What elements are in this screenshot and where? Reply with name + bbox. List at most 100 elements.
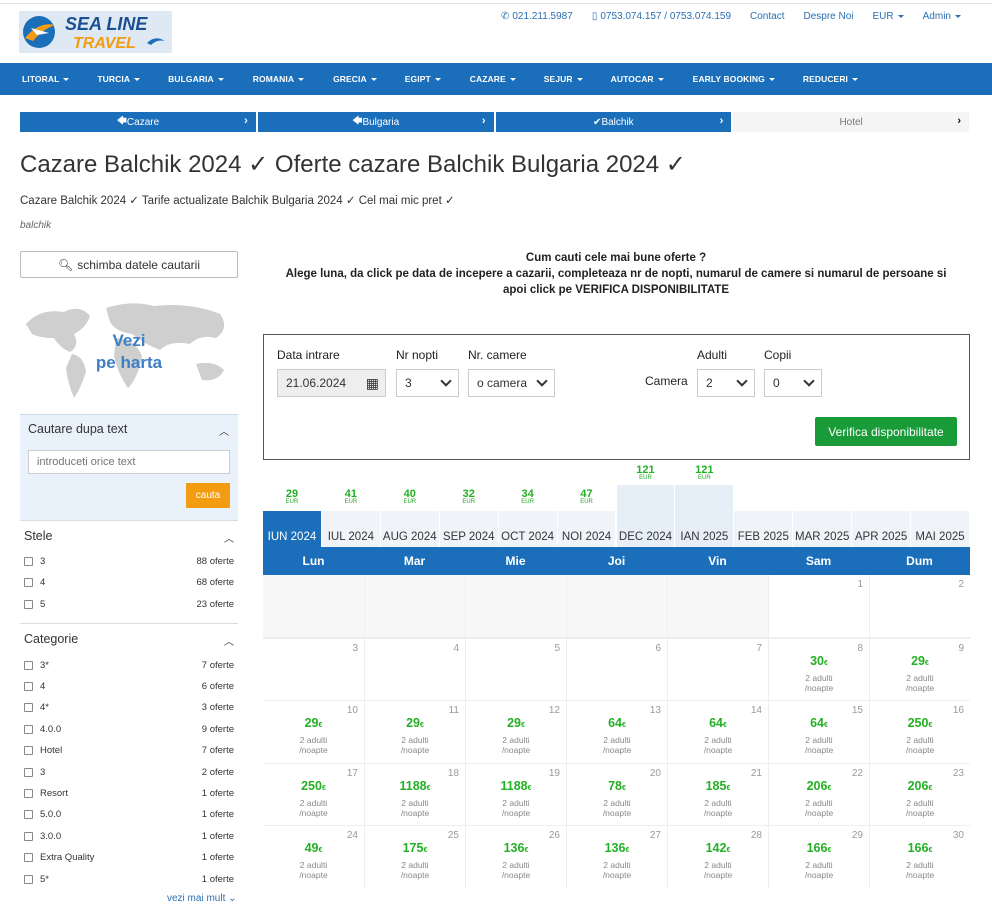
breadcrumb-balchik[interactable]: ✔ Balchik › bbox=[495, 112, 732, 132]
checkbox[interactable] bbox=[24, 788, 33, 798]
chevron-up-icon[interactable]: ︿ bbox=[224, 633, 234, 648]
show-more-link[interactable]: vezi mai mult ⌄ bbox=[167, 893, 237, 904]
phone-link[interactable]: ✆ 021.211.5987 bbox=[501, 11, 573, 22]
month-tab[interactable]: SEP 2024 bbox=[439, 511, 498, 547]
nav-item-early-booking[interactable]: EARLY BOOKING bbox=[693, 74, 775, 84]
month-tab[interactable]: DEC 2024 bbox=[616, 485, 675, 547]
filter-option[interactable]: 3 88 oferte bbox=[24, 554, 234, 568]
month-tab[interactable]: NOI 2024 bbox=[557, 511, 616, 547]
filter-option[interactable]: 3* 7 oferte bbox=[24, 658, 234, 672]
change-search-button[interactable]: 🔍︎ schimba datele cautarii bbox=[20, 251, 238, 278]
checkbox[interactable] bbox=[24, 767, 33, 777]
calendar-day[interactable]: 3 bbox=[263, 638, 364, 701]
calendar-day[interactable]: 20 78€ 2 adulti/noapte bbox=[567, 763, 667, 826]
calendar-day[interactable]: 7 bbox=[668, 638, 768, 701]
nav-item-grecia[interactable]: GRECIA bbox=[333, 74, 377, 84]
calendar-day[interactable]: 16 250€ 2 adulti/noapte bbox=[870, 701, 970, 763]
calendar-day[interactable]: 13 64€ 2 adulti/noapte bbox=[567, 701, 667, 763]
text-search-input[interactable] bbox=[28, 450, 230, 474]
checkbox[interactable] bbox=[24, 724, 33, 734]
checkbox[interactable] bbox=[24, 556, 33, 566]
nav-item-turcia[interactable]: TURCIA bbox=[97, 74, 141, 84]
calendar-day[interactable]: 24 49€ 2 adulti/noapte bbox=[263, 826, 364, 888]
world-map-link[interactable]: Vezi pe harta bbox=[20, 294, 238, 404]
admin-dropdown[interactable]: Admin bbox=[923, 11, 961, 22]
calendar-day[interactable]: 6 bbox=[567, 638, 667, 701]
filter-option[interactable]: Resort 1 oferte bbox=[24, 786, 234, 800]
filter-option[interactable]: 5.0.0 1 oferte bbox=[24, 808, 234, 822]
breadcrumb-hotel[interactable]: Hotel › bbox=[733, 112, 969, 132]
filter-option[interactable]: 4 68 oferte bbox=[24, 576, 234, 590]
calendar-day[interactable]: 12 29€ 2 adulti/noapte bbox=[466, 701, 566, 763]
rooms-select[interactable]: o camera bbox=[468, 369, 555, 397]
about-link[interactable]: Despre Noi bbox=[803, 11, 853, 22]
checkbox[interactable] bbox=[24, 831, 33, 841]
nav-item-bulgaria[interactable]: BULGARIA bbox=[168, 74, 224, 84]
adults-select[interactable]: 2 bbox=[697, 369, 755, 397]
nav-item-autocar[interactable]: AUTOCAR bbox=[611, 74, 664, 84]
nights-select[interactable]: 3 bbox=[396, 369, 459, 397]
month-tab[interactable]: FEB 2025 bbox=[734, 511, 793, 547]
checkbox[interactable] bbox=[24, 810, 33, 820]
breadcrumb-cazare[interactable]: 🡄 Cazare › bbox=[20, 112, 256, 132]
calendar-day[interactable]: 4 bbox=[365, 638, 465, 701]
calendar-day[interactable]: 27 136€ 2 adulti/noapte bbox=[567, 826, 667, 888]
calendar-day[interactable]: 30 166€ 2 adulti/noapte bbox=[870, 826, 970, 888]
calendar-day[interactable]: 28 142€ 2 adulti/noapte bbox=[668, 826, 768, 888]
calendar-day[interactable]: 1 bbox=[769, 575, 869, 637]
calendar-day[interactable]: 25 175€ 2 adulti/noapte bbox=[365, 826, 465, 888]
calendar-day[interactable]: 18 1188€ 2 adulti/noapte bbox=[365, 763, 465, 826]
sea-line-travel-logo[interactable]: SEA LINE TRAVEL bbox=[19, 11, 172, 53]
month-tab[interactable]: APR 2025 bbox=[852, 511, 911, 547]
currency-dropdown[interactable]: EUR bbox=[873, 11, 904, 22]
filter-option[interactable]: 5* 1 oferte bbox=[24, 872, 234, 886]
chevron-up-icon[interactable]: ︿ bbox=[219, 423, 229, 438]
mobile-link[interactable]: ▯ 0753.074.157 / 0753.074.159 bbox=[592, 11, 731, 22]
checkbox[interactable] bbox=[24, 599, 33, 609]
checkin-field[interactable]: 21.06.2024 ▦ bbox=[277, 369, 386, 397]
filter-option[interactable]: 4.0.0 9 oferte bbox=[24, 722, 234, 736]
contact-link[interactable]: Contact bbox=[750, 11, 784, 22]
breadcrumb-bulgaria[interactable]: 🡄 Bulgaria › bbox=[257, 112, 494, 132]
checkbox[interactable] bbox=[24, 578, 33, 587]
calendar-day[interactable]: 17 250€ 2 adulti/noapte bbox=[263, 763, 364, 826]
checkbox[interactable] bbox=[24, 746, 33, 756]
calendar-day[interactable]: 19 1188€ 2 adulti/noapte bbox=[466, 763, 566, 826]
nav-item-sejur[interactable]: SEJUR bbox=[544, 74, 583, 84]
children-select[interactable]: 0 bbox=[764, 369, 822, 397]
calendar-day[interactable]: 22 206€ 2 adulti/noapte bbox=[769, 763, 869, 826]
nav-item-reduceri[interactable]: REDUCERI bbox=[803, 74, 859, 84]
month-tab[interactable]: IUL 2024 bbox=[321, 511, 380, 547]
calendar-day[interactable]: 14 64€ 2 adulti/noapte bbox=[668, 701, 768, 763]
month-tab[interactable]: AUG 2024 bbox=[380, 511, 439, 547]
filter-option[interactable]: 3 2 oferte bbox=[24, 765, 234, 779]
checkbox[interactable] bbox=[24, 703, 33, 713]
checkbox[interactable] bbox=[24, 660, 33, 670]
month-tab[interactable]: OCT 2024 bbox=[498, 511, 557, 547]
month-tab[interactable]: IAN 2025 bbox=[675, 485, 734, 547]
calendar-day[interactable]: 15 64€ 2 adulti/noapte bbox=[769, 701, 869, 763]
checkbox[interactable] bbox=[24, 874, 33, 884]
nav-item-cazare[interactable]: CAZARE bbox=[470, 74, 516, 84]
nav-item-romania[interactable]: ROMANIA bbox=[253, 74, 305, 84]
filter-option[interactable]: 3.0.0 1 oferte bbox=[24, 829, 234, 843]
check-availability-button[interactable]: Verifica disponibilitate bbox=[815, 417, 957, 446]
filter-option[interactable]: 5 23 oferte bbox=[24, 597, 234, 611]
checkbox[interactable] bbox=[24, 681, 33, 691]
month-tab[interactable]: IUN 2024 bbox=[263, 511, 321, 547]
calendar-day[interactable]: 11 29€ 2 adulti/noapte bbox=[365, 701, 465, 763]
filter-option[interactable]: Hotel 7 oferte bbox=[24, 744, 234, 758]
calendar-day[interactable]: 2 bbox=[870, 575, 970, 637]
calendar-day[interactable]: 8 30€ 2 adulti/noapte bbox=[769, 638, 869, 701]
chevron-up-icon[interactable]: ︿ bbox=[224, 530, 234, 545]
nav-item-litoral[interactable]: LITORAL bbox=[22, 74, 70, 84]
filter-option[interactable]: 4 6 oferte bbox=[24, 679, 234, 693]
month-tab[interactable]: MAI 2025 bbox=[911, 511, 969, 547]
filter-option[interactable]: 4* 3 oferte bbox=[24, 701, 234, 715]
calendar-day[interactable]: 23 206€ 2 adulti/noapte bbox=[870, 763, 970, 826]
calendar-day[interactable]: 26 136€ 2 adulti/noapte bbox=[466, 826, 566, 888]
calendar-day[interactable]: 29 166€ 2 adulti/noapte bbox=[769, 826, 869, 888]
calendar-day[interactable]: 9 29€ 2 adulti/noapte bbox=[870, 638, 970, 701]
nav-item-egipt[interactable]: EGIPT bbox=[405, 74, 441, 84]
month-tab[interactable]: MAR 2025 bbox=[793, 511, 852, 547]
